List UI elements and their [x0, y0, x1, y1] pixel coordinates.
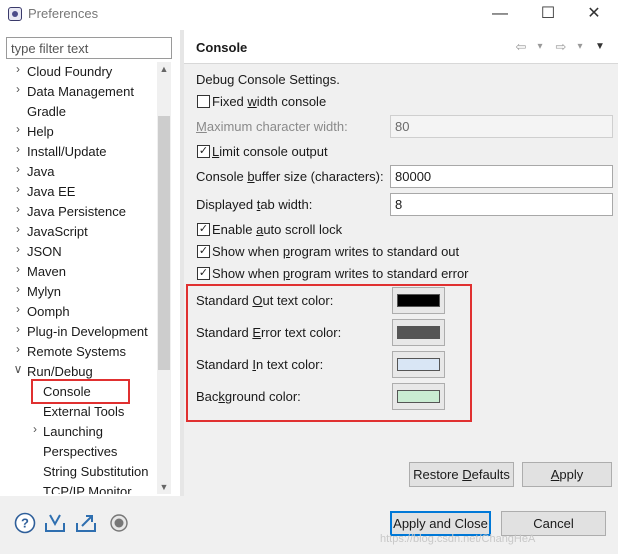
- tree-item-plug-in-development[interactable]: Plug-in Development: [27, 322, 148, 342]
- tree-expand-arrow-icon[interactable]: ›: [13, 222, 23, 236]
- preference-tree: › Cloud Foundry › Data Management Gradle › Hel…: [0, 62, 157, 494]
- close-button[interactable]: ✕: [574, 0, 614, 28]
- highlight-box-console: [31, 379, 130, 404]
- scroll-thumb[interactable]: [158, 116, 170, 370]
- fixed-width-checkbox[interactable]: [197, 95, 210, 108]
- max-width-label: Maximum character width:: [196, 119, 348, 134]
- tree-item-remote-systems[interactable]: Remote Systems: [27, 342, 126, 362]
- tree-item-java-ee[interactable]: Java EE: [27, 182, 75, 202]
- tree-item-maven[interactable]: Maven: [27, 262, 66, 282]
- max-width-field[interactable]: 80: [390, 115, 613, 138]
- buffer-size-field[interactable]: 80000: [390, 165, 613, 188]
- tree-item-java[interactable]: Java: [27, 162, 54, 182]
- minimize-button[interactable]: —: [480, 0, 520, 28]
- tree-expand-arrow-icon[interactable]: ›: [13, 62, 23, 76]
- eclipse-app-icon: [8, 7, 22, 21]
- forward-arrow-icon[interactable]: ⇨: [553, 38, 569, 56]
- tree-expand-arrow-icon[interactable]: ›: [13, 82, 23, 96]
- tree-item-oomph[interactable]: Oomph: [27, 302, 70, 322]
- tab-width-label: Displayed tab width:: [196, 197, 313, 212]
- tree-expand-arrow-icon[interactable]: ›: [13, 122, 23, 136]
- auto-scroll-checkbox[interactable]: ✓: [197, 223, 210, 236]
- tab-width-field[interactable]: 8: [390, 193, 613, 216]
- help-icon[interactable]: ?: [14, 512, 36, 534]
- scroll-down-arrow-icon[interactable]: ▼: [157, 480, 171, 494]
- show-out-checkbox[interactable]: ✓: [197, 245, 210, 258]
- tree-item-java-persistence[interactable]: Java Persistence: [27, 202, 126, 222]
- apply-button[interactable]: Apply: [522, 462, 612, 487]
- back-dropdown-icon[interactable]: ▾: [535, 38, 545, 56]
- scroll-up-arrow-icon[interactable]: ▲: [157, 62, 171, 76]
- tree-item-gradle[interactable]: Gradle: [27, 102, 66, 122]
- tree-item-perspectives[interactable]: Perspectives: [43, 442, 117, 462]
- tree-expand-arrow-icon[interactable]: ›: [13, 282, 23, 296]
- tree-item-launching[interactable]: Launching: [43, 422, 103, 442]
- limit-output-checkbox[interactable]: ✓: [197, 145, 210, 158]
- tree-item-tcp-ip-monitor[interactable]: TCP/IP Monitor: [43, 482, 132, 494]
- tree-expand-arrow-icon[interactable]: ›: [13, 182, 23, 196]
- buffer-size-label: Console buffer size (characters):: [196, 169, 384, 184]
- tree-expand-arrow-icon[interactable]: ∨: [13, 362, 23, 376]
- fixed-width-label: Fixed width console: [212, 94, 327, 109]
- tree-expand-arrow-icon[interactable]: ›: [13, 262, 23, 276]
- tree-expand-arrow-icon[interactable]: ›: [13, 142, 23, 156]
- page-title: Console: [196, 40, 248, 55]
- import-icon[interactable]: [44, 512, 66, 534]
- auto-scroll-label: Enable auto scroll lock: [212, 222, 343, 237]
- tree-item-mylyn[interactable]: Mylyn: [27, 282, 61, 302]
- tree-item-javascript[interactable]: JavaScript: [27, 222, 88, 242]
- export-icon[interactable]: [75, 512, 97, 534]
- tree-expand-arrow-icon[interactable]: ›: [13, 302, 23, 316]
- tree-expand-arrow-icon[interactable]: ›: [30, 422, 40, 436]
- tree-item-data-management[interactable]: Data Management: [27, 82, 134, 102]
- window-title: Preferences: [28, 6, 99, 21]
- forward-dropdown-icon[interactable]: ▾: [575, 38, 585, 56]
- tree-item-help[interactable]: Help: [27, 122, 54, 142]
- tree-expand-arrow-icon[interactable]: ›: [13, 342, 23, 356]
- section-label: Debug Console Settings.: [196, 72, 340, 87]
- limit-output-label: Limit console output: [212, 144, 328, 159]
- filter-input[interactable]: [6, 37, 172, 59]
- view-menu-icon[interactable]: ▼: [594, 38, 606, 56]
- show-err-label: Show when program writes to standard err…: [212, 266, 469, 281]
- show-err-checkbox[interactable]: ✓: [197, 267, 210, 280]
- watermark: https://blog.csdn.net/ChangHeA: [380, 533, 536, 545]
- tree-item-external-tools[interactable]: External Tools: [43, 402, 124, 422]
- tree-item-cloud-foundry[interactable]: Cloud Foundry: [27, 62, 112, 82]
- tree-item-install-update[interactable]: Install/Update: [27, 142, 107, 162]
- tree-expand-arrow-icon[interactable]: ›: [13, 242, 23, 256]
- tree-item-json[interactable]: JSON: [27, 242, 62, 262]
- svg-text:?: ?: [21, 516, 29, 531]
- tree-expand-arrow-icon[interactable]: ›: [13, 162, 23, 176]
- back-arrow-icon[interactable]: ⇦: [513, 38, 529, 56]
- record-icon[interactable]: [108, 512, 130, 534]
- tree-expand-arrow-icon[interactable]: ›: [13, 202, 23, 216]
- tree-item-string-substitution[interactable]: String Substitution: [43, 462, 149, 482]
- show-out-label: Show when program writes to standard out: [212, 244, 460, 259]
- maximize-button[interactable]: ☐: [528, 0, 568, 28]
- highlight-box-colors: [186, 284, 472, 422]
- restore-defaults-button[interactable]: Restore Defaults: [409, 462, 514, 487]
- tree-expand-arrow-icon[interactable]: ›: [13, 322, 23, 336]
